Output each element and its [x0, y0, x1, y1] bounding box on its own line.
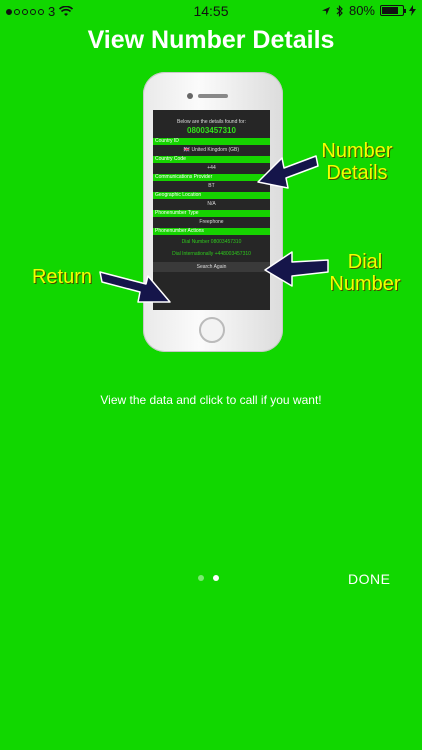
details-header: Below are the details found for:	[177, 119, 246, 125]
annotation-dial-number-line2: Number	[329, 273, 401, 295]
row-label-country-code: Country Code	[153, 156, 270, 163]
done-button[interactable]: DONE	[348, 571, 390, 587]
row-label-country-id: Country ID	[153, 138, 270, 145]
earpiece	[198, 94, 228, 98]
annotation-number-details: Number Details	[310, 140, 404, 184]
caption-text: View the data and click to call if you w…	[100, 393, 322, 407]
status-right: 80%	[321, 3, 416, 18]
arrow-dial-number-icon	[264, 251, 329, 287]
annotation-dial-number: Dial Number	[326, 251, 404, 295]
annotation-return: Return	[31, 266, 93, 288]
row-label-actions: Phonenumber Actions	[153, 228, 270, 235]
row-value-provider: BT	[208, 183, 215, 189]
bluetooth-icon	[336, 4, 343, 17]
page-title: View Number Details	[87, 26, 335, 54]
row-value-location: N/A	[207, 201, 216, 207]
battery-percent: 80%	[348, 3, 375, 18]
status-bar: 3 14:55 80%	[0, 0, 422, 22]
page-dot-1[interactable]	[198, 575, 204, 581]
dial-international-link: Dial Internationally +448003457310	[172, 251, 251, 257]
battery-icon	[380, 5, 406, 16]
page-indicator[interactable]	[198, 575, 219, 581]
page-dot-2[interactable]	[213, 575, 219, 581]
arrow-number-details-icon	[257, 155, 319, 189]
row-label-number-type: Phonenumber Type	[153, 210, 270, 217]
row-value-number-type: Freephone	[199, 219, 224, 225]
looked-up-number: 08003457310	[187, 126, 236, 135]
front-camera-icon	[187, 93, 193, 99]
row-label-provider: Communications Provider	[153, 174, 270, 181]
row-value-country-id: 🇬🇧 United Kingdom (GB)	[183, 147, 240, 153]
dial-number-link: Dial Number 08003457310	[181, 239, 242, 245]
row-value-country-code: +44	[207, 165, 216, 171]
phone-mockup: Below are the details found for: 0800345…	[143, 72, 283, 352]
home-button	[199, 317, 225, 343]
charging-bolt-icon	[409, 5, 416, 16]
row-label-location: Geographic Location	[153, 192, 270, 199]
annotation-number-details-line2: Details	[326, 162, 388, 184]
arrow-return-icon	[99, 271, 171, 303]
annotation-dial-number-line1: Dial	[347, 251, 383, 273]
location-arrow-icon	[321, 6, 330, 15]
annotation-number-details-line1: Number	[321, 140, 393, 162]
